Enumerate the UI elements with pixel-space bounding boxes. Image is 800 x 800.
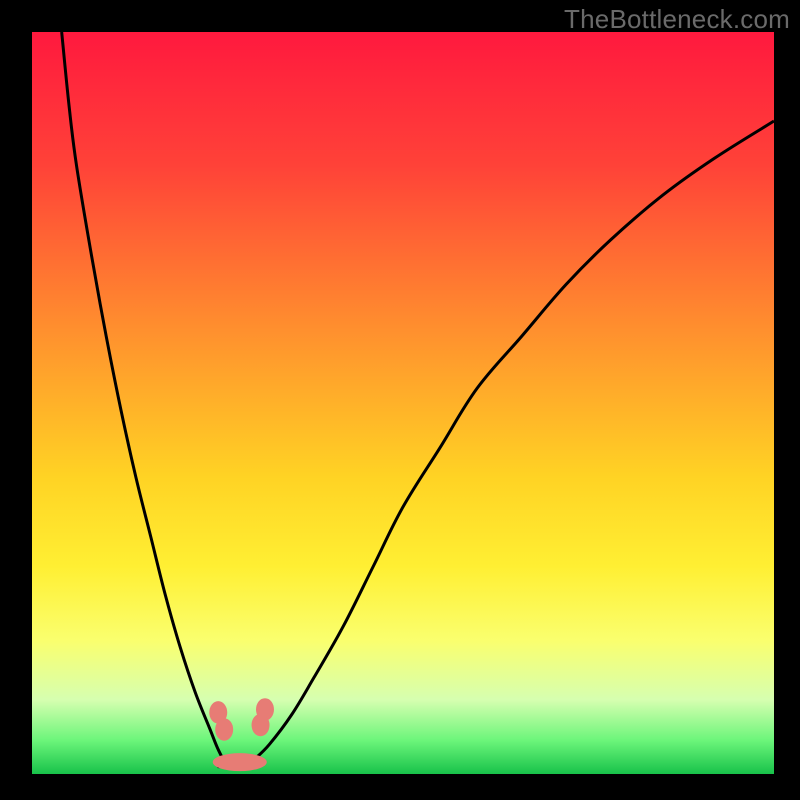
bottleneck-chart [0, 0, 800, 800]
marker-dot [215, 718, 233, 741]
plot-background [32, 32, 774, 774]
watermark-text: TheBottleneck.com [564, 4, 790, 35]
chart-container: TheBottleneck.com [0, 0, 800, 800]
marker-lozenge [213, 753, 267, 771]
marker-dot [256, 698, 274, 721]
